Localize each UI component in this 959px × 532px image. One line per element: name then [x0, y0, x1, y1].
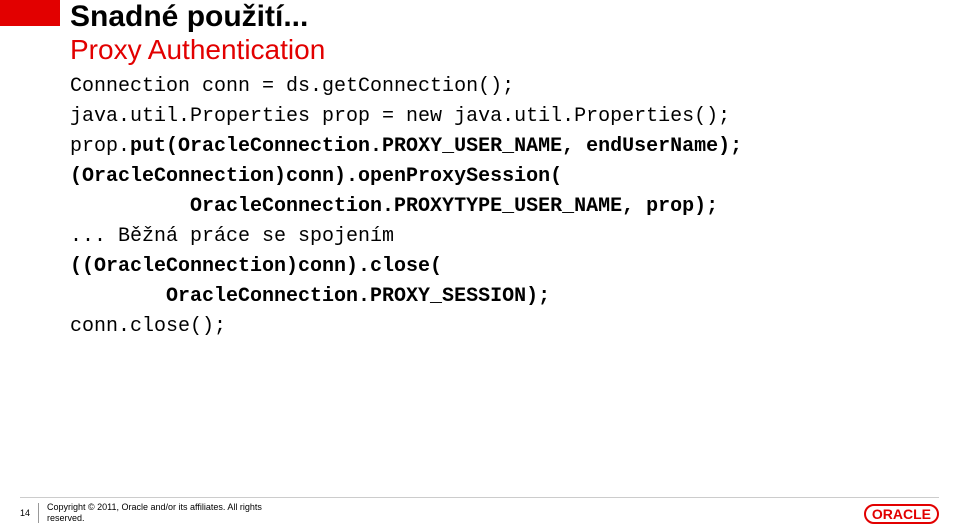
copyright-line1: Copyright © 2011, Oracle and/or its affi…: [47, 502, 262, 513]
code-line: Connection conn = ds.getConnection();: [70, 72, 959, 102]
footer-vertical-divider: [38, 503, 39, 523]
slide-footer: 14 Copyright © 2011, Oracle and/or its a…: [20, 502, 262, 524]
code-block: Connection conn = ds.getConnection();jav…: [70, 72, 959, 342]
oracle-logo: ORACLE: [864, 504, 939, 524]
code-line: prop.put(OracleConnection.PROXY_USER_NAM…: [70, 132, 959, 162]
red-accent-block: [0, 0, 60, 26]
slide-content: Snadné použití... Proxy Authentication C…: [0, 0, 959, 342]
oracle-logo-text: ORACLE: [864, 504, 939, 524]
code-line: java.util.Properties prop = new java.uti…: [70, 102, 959, 132]
code-line-bold: (OracleConnection)conn).openProxySession…: [70, 162, 959, 192]
page-number: 14: [20, 508, 30, 518]
code-text: prop.: [70, 135, 130, 158]
slide-title-main: Snadné použití...: [70, 0, 959, 33]
code-line: ... Běžná práce se spojením: [70, 222, 959, 252]
code-line-bold: OracleConnection.PROXY_SESSION);: [70, 282, 959, 312]
code-line: conn.close();: [70, 312, 959, 342]
copyright-text: Copyright © 2011, Oracle and/or its affi…: [47, 502, 262, 524]
slide-title-sub: Proxy Authentication: [70, 35, 959, 66]
code-line-bold: OracleConnection.PROXYTYPE_USER_NAME, pr…: [70, 192, 959, 222]
copyright-line2: reserved.: [47, 513, 262, 524]
code-bold: put(OracleConnection.PROXY_USER_NAME, en…: [130, 135, 742, 158]
footer-divider-line: [20, 497, 939, 498]
code-line-bold: ((OracleConnection)conn).close(: [70, 252, 959, 282]
